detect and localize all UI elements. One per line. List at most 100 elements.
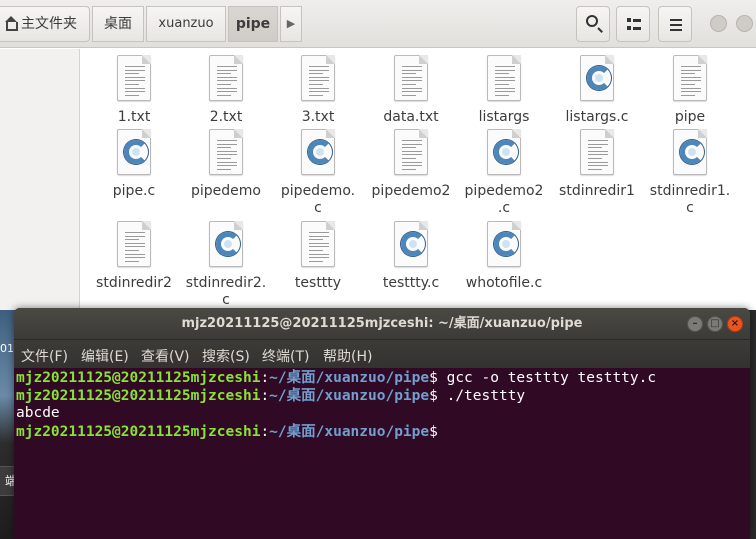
- text-file-icon: [206, 55, 246, 103]
- terminal-output[interactable]: mjz20211125@20211125mjzceshi:~/桌面/xuanzu…: [14, 368, 750, 539]
- text-file-icon: [391, 55, 431, 103]
- file-item[interactable]: 2.txt: [180, 51, 272, 126]
- c-source-file-icon: [577, 55, 617, 103]
- c-source-file-icon: [114, 129, 154, 177]
- file-name: listargs: [478, 109, 530, 125]
- c-source-file-icon: [298, 129, 338, 177]
- window-maximize-button[interactable]: [736, 15, 753, 32]
- text-file-icon: [298, 55, 338, 103]
- text-file-icon: [114, 221, 154, 269]
- file-name: testtty.c: [382, 275, 440, 291]
- file-name: 2.txt: [209, 109, 243, 125]
- file-manager-sidebar: [0, 49, 80, 310]
- view-toggle-icon: [627, 18, 641, 31]
- terminal-menubar: 文件(F) 编辑(E) 查看(V) 搜索(S) 终端(T) 帮助(H): [14, 340, 750, 368]
- file-name: stdinredir1. c: [649, 183, 731, 216]
- file-item[interactable]: stdinredir2. c: [180, 217, 272, 309]
- breadcrumb-home[interactable]: 主文件夹: [0, 6, 90, 42]
- terminal-prompt-line: mjz20211125@20211125mjzceshi:~/桌面/xuanzu…: [16, 370, 657, 386]
- file-name: pipedemo. c: [280, 183, 356, 216]
- file-name: pipe.c: [112, 183, 156, 199]
- menu-edit[interactable]: 编辑(E): [81, 346, 129, 366]
- file-item[interactable]: testtty: [272, 217, 364, 292]
- prompt-user-host: mjz20211125@20211125mjzceshi: [16, 370, 261, 386]
- file-item[interactable]: pipedemo2 .c: [458, 125, 550, 217]
- text-file-icon: [206, 129, 246, 177]
- file-name: stdinredir2. c: [185, 275, 267, 308]
- text-file-icon: [114, 55, 154, 103]
- file-manager-window: 主文件夹 桌面 xuanzuo pipe ▶ 1.txt 2.txt 3.txt…: [0, 0, 756, 310]
- terminal-prompt-line: mjz20211125@20211125mjzceshi:~/桌面/xuanzu…: [16, 423, 748, 442]
- desktop-label: 01: [0, 342, 14, 355]
- text-file-icon: [484, 55, 524, 103]
- file-name: pipedemo2: [371, 183, 451, 199]
- file-item[interactable]: stdinredir2: [88, 217, 180, 292]
- window-minimize-button[interactable]: [710, 15, 727, 32]
- c-source-file-icon: [206, 221, 246, 269]
- text-file-icon: [577, 129, 617, 177]
- search-button[interactable]: [576, 6, 610, 42]
- file-name: pipedemo2 .c: [464, 183, 544, 216]
- file-item[interactable]: testtty.c: [365, 217, 457, 292]
- command-text: ./testtty: [437, 387, 526, 404]
- terminal-title: mjz20211125@20211125mjzceshi: ~/桌面/xuanz…: [181, 316, 583, 331]
- file-name: data.txt: [383, 109, 439, 125]
- file-item[interactable]: 3.txt: [272, 51, 364, 126]
- menu-terminal[interactable]: 终端(T): [262, 346, 309, 366]
- text-file-icon: [391, 129, 431, 177]
- menu-help[interactable]: 帮助(H): [323, 346, 372, 366]
- terminal-titlebar[interactable]: mjz20211125@20211125mjzceshi: ~/桌面/xuanz…: [14, 308, 750, 340]
- menu-button[interactable]: [658, 6, 692, 42]
- menu-icon: [670, 19, 682, 31]
- file-item[interactable]: 1.txt: [88, 51, 180, 126]
- file-item[interactable]: listargs.c: [551, 51, 643, 126]
- file-name: 3.txt: [301, 109, 335, 125]
- c-source-file-icon: [484, 221, 524, 269]
- file-item[interactable]: stdinredir1: [551, 125, 643, 200]
- menu-view[interactable]: 查看(V): [141, 346, 190, 366]
- terminal-window: mjz20211125@20211125mjzceshi: ~/桌面/xuanz…: [14, 308, 750, 539]
- menu-file[interactable]: 文件(F): [21, 346, 68, 366]
- breadcrumb-home-label: 主文件夹: [21, 16, 77, 32]
- prompt-user-host: mjz20211125@20211125mjzceshi: [16, 423, 261, 440]
- home-icon: [3, 16, 18, 31]
- terminal-close-button[interactable]: ×: [727, 316, 743, 332]
- file-grid: 1.txt 2.txt 3.txt data.txt listargs listargs.…: [80, 49, 756, 310]
- view-toggle-button[interactable]: [616, 6, 650, 42]
- terminal-maximize-button[interactable]: □: [707, 316, 723, 332]
- breadcrumb-item-desktop[interactable]: 桌面: [92, 6, 144, 42]
- file-name: listargs.c: [565, 109, 629, 125]
- prompt-path: ~/桌面/xuanzuo/pipe: [269, 370, 430, 386]
- command-text: gcc -o testtty testtty.c: [437, 370, 657, 386]
- c-source-file-icon: [391, 221, 431, 269]
- terminal-prompt-line: mjz20211125@20211125mjzceshi:~/桌面/xuanzu…: [16, 387, 526, 404]
- text-file-icon: [298, 221, 338, 269]
- screen: 01 端 主文件夹 桌面 xuanzuo pipe ▶ 1.txt 2.txt …: [0, 0, 756, 539]
- file-name: stdinredir1: [559, 183, 635, 199]
- file-item[interactable]: pipedemo. c: [272, 125, 364, 217]
- terminal-cursor: [447, 423, 455, 439]
- file-name: whotofile.c: [465, 275, 543, 291]
- file-name: pipedemo: [191, 183, 261, 199]
- prompt-path: ~/桌面/xuanzuo/pipe: [269, 387, 430, 404]
- file-item[interactable]: pipedemo2: [365, 125, 457, 200]
- prompt-user-host: mjz20211125@20211125mjzceshi: [16, 387, 261, 404]
- file-item[interactable]: listargs: [458, 51, 550, 126]
- breadcrumb-item-pipe[interactable]: pipe: [228, 6, 278, 42]
- breadcrumb-item-xuanzuo[interactable]: xuanzuo: [146, 6, 226, 42]
- terminal-output-line: abcde: [16, 405, 60, 421]
- file-item[interactable]: whotofile.c: [458, 217, 550, 292]
- file-item[interactable]: pipe: [644, 51, 736, 126]
- file-name: stdinredir2: [96, 275, 172, 291]
- file-item[interactable]: stdinredir1. c: [644, 125, 736, 217]
- menu-search[interactable]: 搜索(S): [202, 346, 250, 366]
- search-icon: [586, 15, 598, 27]
- prompt-path: ~/桌面/xuanzuo/pipe: [269, 423, 430, 440]
- file-name: testtty: [294, 275, 342, 291]
- file-item[interactable]: pipedemo: [180, 125, 272, 200]
- file-item[interactable]: data.txt: [365, 51, 457, 126]
- breadcrumb-forward-button[interactable]: ▶: [280, 6, 302, 42]
- file-name: 1.txt: [117, 109, 151, 125]
- file-item[interactable]: pipe.c: [88, 125, 180, 200]
- terminal-minimize-button[interactable]: –: [687, 316, 703, 332]
